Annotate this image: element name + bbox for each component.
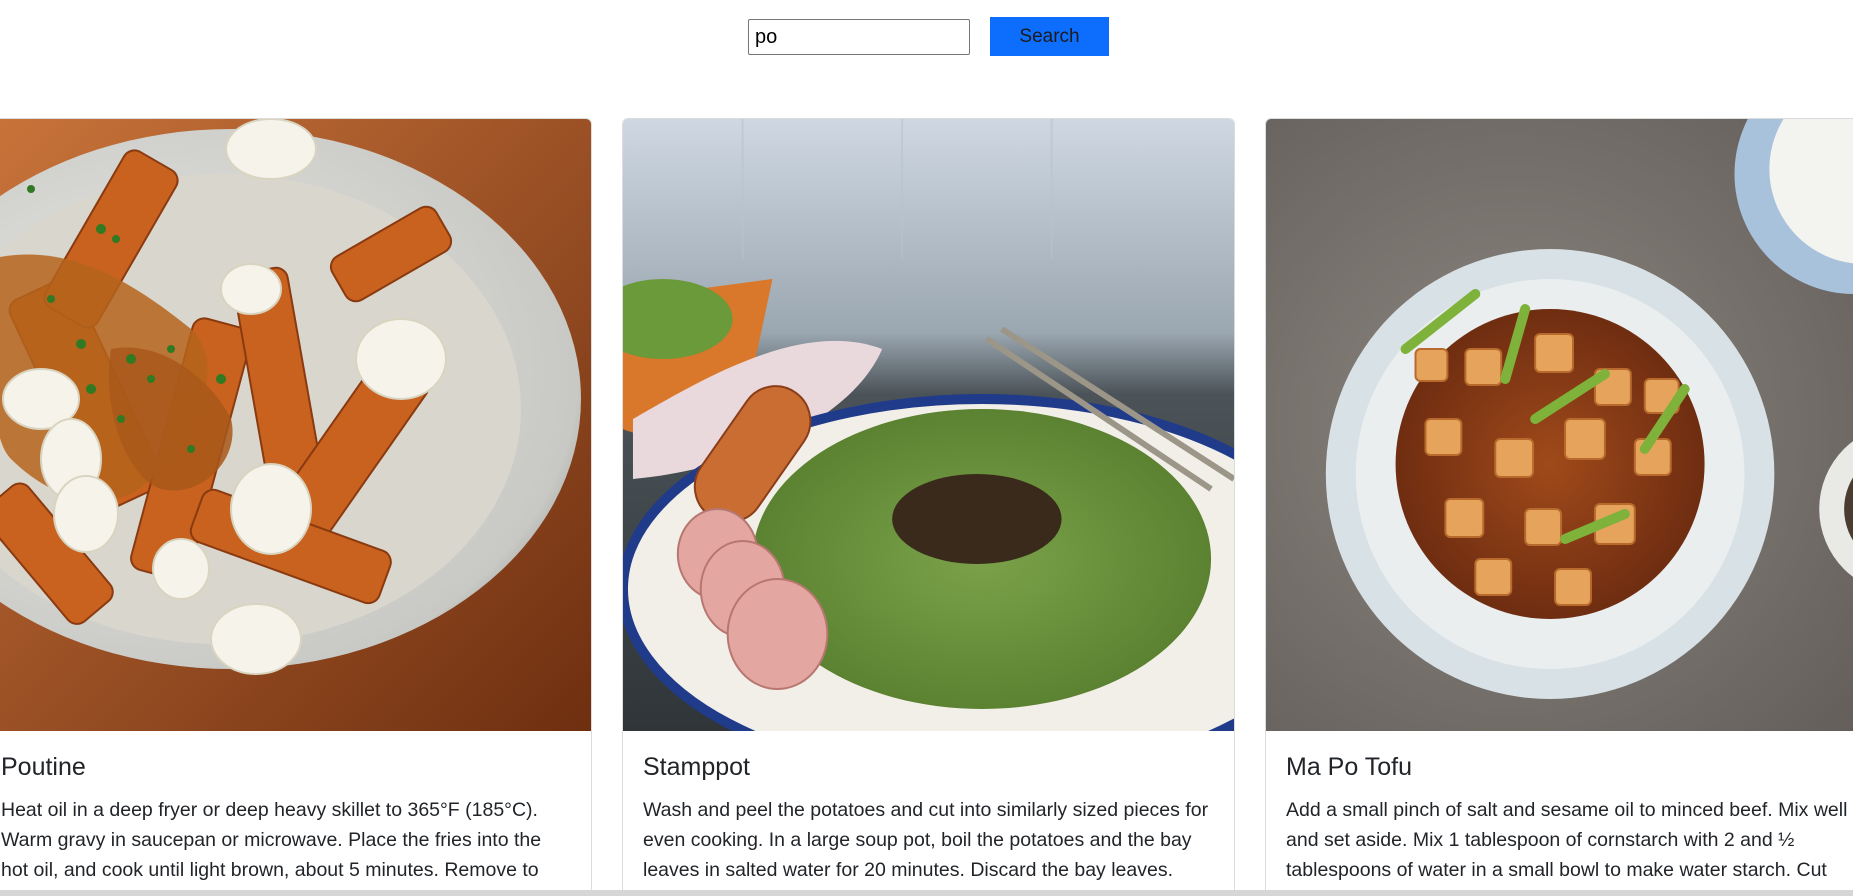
card-title: Poutine [1, 753, 86, 781]
mapo-tofu-image[interactable] [1266, 119, 1853, 731]
card-text: Add a small pinch of salt and sesame oil… [1286, 799, 1848, 881]
search-bar: Search [748, 17, 1109, 56]
card-title: Ma Po Tofu [1286, 753, 1413, 781]
card-body: Stamppot Wash and peel the potatoes and … [623, 751, 1234, 885]
card-title: Stamppot [643, 753, 751, 781]
card-body: Poutine Heat oil in a deep fryer or deep… [0, 751, 591, 885]
recipe-card-poutine[interactable]: Poutine Heat oil in a deep fryer or deep… [0, 118, 592, 896]
poutine-image[interactable] [0, 119, 591, 731]
horizontal-scrollbar[interactable] [0, 890, 1853, 896]
stamppot-image[interactable] [623, 119, 1234, 731]
recipe-card-stamppot[interactable]: Stamppot Wash and peel the potatoes and … [622, 118, 1235, 896]
page: Search [0, 0, 1853, 896]
recipe-card-mapo-tofu[interactable]: Ma Po Tofu Add a small pinch of salt and… [1265, 118, 1853, 896]
search-button[interactable]: Search [990, 17, 1109, 56]
search-input[interactable] [748, 19, 970, 55]
card-text: Heat oil in a deep fryer or deep heavy s… [1, 799, 542, 881]
card-text: Wash and peel the potatoes and cut into … [643, 799, 1209, 881]
card-body: Ma Po Tofu Add a small pinch of salt and… [1266, 751, 1853, 885]
